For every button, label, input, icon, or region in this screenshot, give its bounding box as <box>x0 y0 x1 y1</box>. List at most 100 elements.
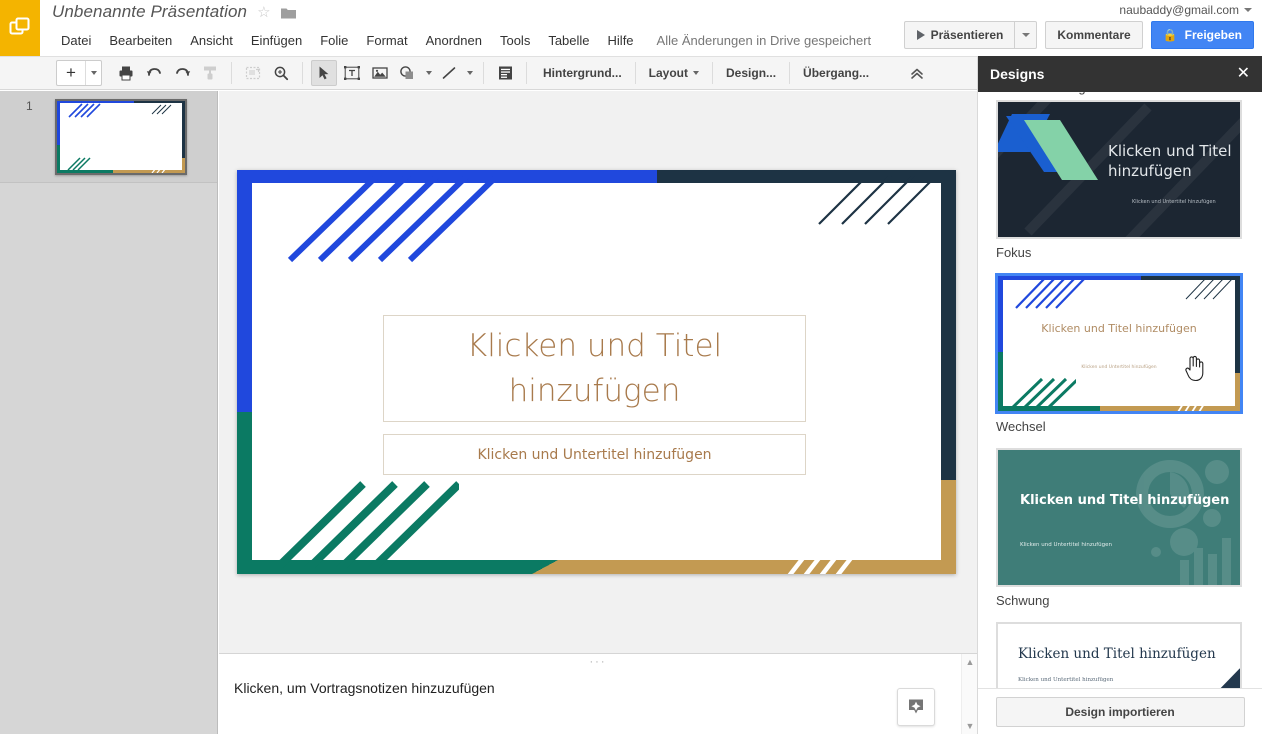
shape-icon[interactable] <box>395 60 421 86</box>
menu-datei[interactable]: Datei <box>52 30 100 51</box>
fit-to-window-icon[interactable] <box>240 60 266 86</box>
redo-button[interactable] <box>169 60 195 86</box>
themes-panel-footer: Design importieren <box>978 688 1262 734</box>
menu-tools[interactable]: Tools <box>491 30 539 51</box>
comments-button[interactable]: Kommentare <box>1045 21 1142 49</box>
toolbar-divider <box>526 62 527 84</box>
fokus-artwork: Klicken und Titel hinzufügen Klicken und… <box>998 102 1240 237</box>
schwung-title: Klicken und Titel hinzufügen <box>1020 492 1229 510</box>
themes-list[interactable]: Modernisierung Klicken und Titel hi <box>978 78 1262 688</box>
undo-button[interactable] <box>141 60 167 86</box>
chevron-down-icon <box>467 71 473 75</box>
app-header: Unbenannte Präsentation ☆ Datei Bearbeit… <box>0 0 1262 56</box>
folder-icon[interactable] <box>281 6 296 18</box>
image-icon[interactable] <box>367 60 393 86</box>
toolbar-divider <box>789 62 790 84</box>
slide-canvas-area[interactable]: Klicken und Titel hinzufügen Klicken und… <box>219 91 977 653</box>
slide-filmstrip[interactable]: 1 <box>0 91 218 734</box>
slide-artwork: Klicken und Titel hinzufügen Klicken und… <box>237 170 956 574</box>
text-box-icon[interactable] <box>339 60 365 86</box>
zoom-icon[interactable] <box>268 60 294 86</box>
theme-thumbnail-schwung[interactable]: Klicken und Titel hinzufügen Klicken und… <box>996 448 1242 587</box>
wechsel-title: Klicken und Titel hinzufügen <box>998 321 1240 337</box>
save-status: Alle Änderungen in Drive gespeichert <box>657 33 872 48</box>
toolbar-divider <box>635 62 636 84</box>
theme-label-wechsel: Wechsel <box>996 419 1244 434</box>
notes-resize-handle[interactable]: ··· <box>590 656 607 668</box>
title-placeholder[interactable]: Klicken und Titel hinzufügen <box>383 315 806 422</box>
present-options-button[interactable] <box>1015 21 1037 49</box>
filmstrip-slide-1[interactable]: 1 <box>0 91 217 183</box>
theme-item-schwung[interactable]: Klicken und Titel hinzufügen Klicken und… <box>996 448 1244 608</box>
menu-tabelle[interactable]: Tabelle <box>539 30 598 51</box>
play-icon <box>917 30 925 40</box>
menu-anordnen[interactable]: Anordnen <box>417 30 491 51</box>
filmstrip-divider <box>0 182 217 183</box>
print-button[interactable] <box>113 60 139 86</box>
close-icon[interactable]: ✕ <box>1237 66 1250 82</box>
line-dropdown[interactable] <box>464 60 475 86</box>
chevron-down-icon <box>426 71 432 75</box>
layout-button[interactable]: Layout <box>640 60 708 86</box>
theme-thumbnail-4[interactable]: Klicken und Titel hinzufügen Klicken und… <box>996 622 1242 688</box>
explore-button[interactable] <box>897 688 935 726</box>
thumb-teal-stripes <box>67 155 97 171</box>
decor-teal-stripes <box>279 478 459 568</box>
chevron-up-icon[interactable]: ▲ <box>962 654 978 670</box>
menu-einfuegen[interactable]: Einfügen <box>242 30 311 51</box>
menu-hilfe[interactable]: Hilfe <box>599 30 643 51</box>
menu-bearbeiten[interactable]: Bearbeiten <box>100 30 181 51</box>
theme-thumbnail-wechsel[interactable]: Klicken und Titel hinzufügen Klicken und… <box>996 274 1242 413</box>
schwung-artwork: Klicken und Titel hinzufügen Klicken und… <box>998 450 1240 585</box>
background-button[interactable]: Hintergrund... <box>534 60 631 86</box>
wechsel-subtitle: Klicken und Untertitel hinzufügen <box>998 365 1240 370</box>
chevron-down-icon <box>693 71 699 75</box>
star-icon[interactable]: ☆ <box>257 5 270 20</box>
page-title[interactable]: Unbenannte Präsentation <box>52 2 247 22</box>
paint-format-button[interactable] <box>197 60 223 86</box>
transition-button[interactable]: Übergang... <box>794 60 878 86</box>
notes-scrollbar[interactable]: ▲ ▼ <box>961 654 977 734</box>
menu-format[interactable]: Format <box>357 30 416 51</box>
speaker-notes-pane[interactable]: ··· Klicken, um Vortragsnotizen hinzuzuf… <box>219 653 977 734</box>
notes-placeholder[interactable]: Klicken, um Vortragsnotizen hinzuzufügen <box>234 680 495 696</box>
slide-thumbnail[interactable] <box>55 99 187 175</box>
new-slide-button-group: + <box>56 60 102 86</box>
decor-blue-stripes <box>282 175 497 265</box>
schwung-shapes-icon <box>998 450 1242 587</box>
collapse-toolbar-button[interactable] <box>904 61 930 87</box>
import-theme-button[interactable]: Design importieren <box>996 697 1245 727</box>
wechsel-blue-stripes-icon <box>1014 278 1089 310</box>
theme-thumbnail-fokus[interactable]: Klicken und Titel hinzufügen Klicken und… <box>996 100 1242 239</box>
plain-subtitle: Klicken und Untertitel hinzufügen <box>1018 677 1113 683</box>
border-teal-left <box>237 412 252 574</box>
theme-item-wechsel[interactable]: Klicken und Titel hinzufügen Klicken und… <box>996 274 1244 434</box>
select-arrow-icon[interactable] <box>311 60 337 86</box>
theme-item-fokus[interactable]: Klicken und Titel hinzufügen Klicken und… <box>996 100 1244 260</box>
active-slide[interactable]: Klicken und Titel hinzufügen Klicken und… <box>237 170 956 574</box>
slides-logo-icon <box>0 0 40 56</box>
wechsel-navy-stripes-icon <box>1184 279 1232 301</box>
theme-label-fokus: Fokus <box>996 245 1244 260</box>
thumb-navy-stripes <box>150 104 176 116</box>
theme-label-schwung: Schwung <box>996 593 1244 608</box>
new-slide-layout-dropdown[interactable] <box>85 61 101 85</box>
new-slide-button[interactable]: + <box>57 61 85 85</box>
theme-button[interactable]: Design... <box>717 60 785 86</box>
subtitle-placeholder[interactable]: Klicken und Untertitel hinzufügen <box>383 434 806 475</box>
shape-dropdown[interactable] <box>423 60 434 86</box>
account-menu[interactable]: naubaddy@gmail.com <box>1119 3 1252 17</box>
present-button[interactable]: Präsentieren <box>904 21 1016 49</box>
menu-ansicht[interactable]: Ansicht <box>181 30 242 51</box>
theme-item-4[interactable]: Klicken und Titel hinzufügen Klicken und… <box>996 622 1244 688</box>
toolbar-divider <box>712 62 713 84</box>
menu-folie[interactable]: Folie <box>311 30 357 51</box>
share-button[interactable]: 🔒 Freigeben <box>1151 21 1254 49</box>
line-icon[interactable] <box>436 60 462 86</box>
slide-layout-icon[interactable] <box>492 60 518 86</box>
wechsel-artwork: Klicken und Titel hinzufügen Klicken und… <box>998 276 1240 411</box>
title-placeholder-text: Klicken und Titel hinzufügen <box>394 324 795 414</box>
fokus-title: Klicken und Titel hinzufügen <box>1108 142 1240 181</box>
toolbar-divider <box>231 62 232 84</box>
chevron-down-icon[interactable]: ▼ <box>962 718 978 734</box>
